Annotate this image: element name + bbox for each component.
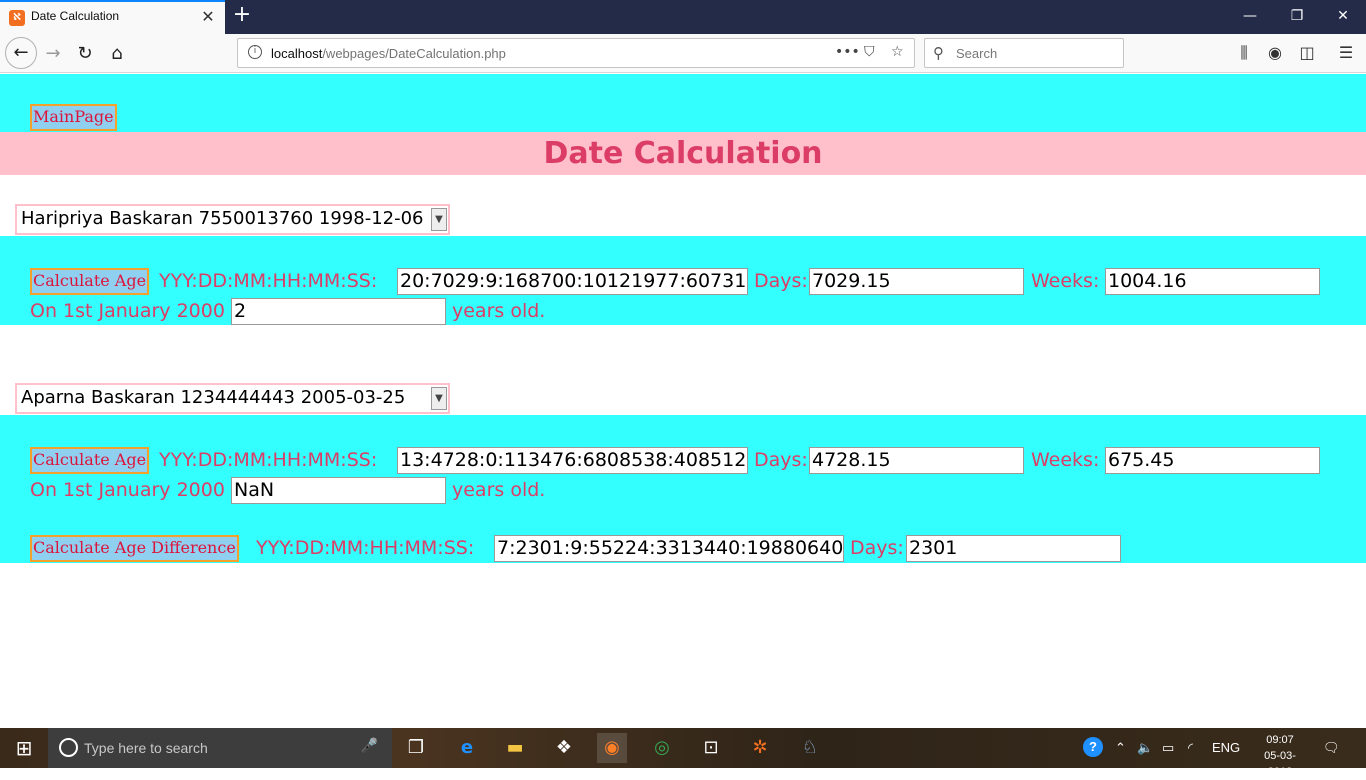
person1-select-value: Haripriya Baskaran 7550013760 1998-12-06 [21, 208, 424, 229]
browser-tab[interactable]: ℵ Date Calculation ✕ [0, 0, 225, 34]
back-button[interactable]: ← [5, 37, 37, 69]
ymd-label-diff: YYY:DD:MM:HH:MM:SS: [256, 537, 475, 559]
windows-taskbar: ⊞ Type here to search 🎤 ❐ e ▬ ❖ ◉ ◎ ⊡ ✲ … [0, 728, 1366, 778]
cortana-icon [59, 738, 78, 757]
weeks-field-2[interactable]: 675.45 [1105, 447, 1320, 474]
postgres-icon[interactable]: ♘ [795, 733, 825, 763]
bookmark-star-icon[interactable]: ☆ [891, 44, 904, 60]
heading-bar: Date Calculation [0, 132, 1366, 175]
pocket-icon[interactable]: ⛉ [864, 44, 875, 60]
chevron-down-icon[interactable]: ▼ [431, 208, 447, 231]
minimize-button[interactable]: — [1238, 6, 1262, 26]
reload-button[interactable]: ↻ [70, 39, 100, 69]
person2-select-value: Aparna Baskaran 1234444443 2005-03-25 [21, 387, 406, 408]
restore-button[interactable]: ❐ [1285, 6, 1309, 26]
xampp-icon[interactable]: ✲ [745, 733, 775, 763]
help-icon[interactable]: ? [1083, 737, 1103, 757]
calculate-age-button-2[interactable]: Calculate Age [30, 447, 150, 474]
store-icon[interactable]: ⊡ [696, 733, 726, 763]
person2-select[interactable]: Aparna Baskaran 1234444443 2005-03-25 ▼ [15, 383, 450, 414]
chrome-icon[interactable]: ◎ [647, 733, 677, 763]
jan-label-2: On 1st January 2000 [30, 479, 225, 501]
ymd-label-1: YYY:DD:MM:HH:MM:SS: [159, 270, 378, 292]
jan-field-1[interactable]: 2 [231, 298, 446, 325]
forward-button[interactable]: → [38, 39, 68, 69]
close-window-button[interactable]: ✕ [1331, 6, 1355, 26]
search-icon: ⚲ [933, 44, 944, 62]
dropbox-icon[interactable]: ❖ [549, 733, 579, 763]
search-bar[interactable]: ⚲ Search [924, 38, 1124, 68]
new-tab-button[interactable]: + [230, 4, 254, 28]
url-text: localhost/webpages/DateCalculation.php [271, 46, 506, 61]
days-field-diff[interactable]: 2301 [906, 535, 1121, 562]
years-label-1: years old. [452, 300, 546, 322]
wifi-icon[interactable]: ◜ [1188, 740, 1193, 756]
url-bar[interactable]: i localhost/webpages/DateCalculation.php… [237, 38, 915, 68]
days-field-1[interactable]: 7029.15 [809, 268, 1024, 295]
tab-close-icon[interactable]: ✕ [199, 8, 217, 26]
extension-icon[interactable]: ◉ [1264, 43, 1286, 62]
calculate-age-difference-button[interactable]: Calculate Age Difference [30, 535, 239, 562]
menu-icon[interactable]: ☰ [1335, 43, 1357, 62]
file-explorer-icon[interactable]: ▬ [500, 733, 530, 763]
person1-panel: Calculate Age YYY:DD:MM:HH:MM:SS: 20:702… [0, 236, 1366, 325]
ymd-field-diff[interactable]: 7:2301:9:55224:3313440:198806400 [494, 535, 844, 562]
days-label-2: Days: [754, 449, 808, 471]
page-title: Date Calculation [543, 136, 823, 171]
jan-label-1: On 1st January 2000 [30, 300, 225, 322]
page-content: MainPage Date Calculation Haripriya Bask… [0, 74, 1366, 728]
ymd-field-2[interactable]: 13:4728:0:113476:6808538:408512251 [397, 447, 748, 474]
search-placeholder: Search [956, 46, 998, 61]
system-clock[interactable]: 09:07 05-03-2018 [1252, 732, 1308, 780]
sidebar-icon[interactable]: ◫ [1296, 43, 1318, 62]
battery-icon[interactable]: ▭ [1162, 740, 1174, 756]
page-actions-icon[interactable]: ••• [835, 44, 860, 60]
person2-panel: Calculate Age YYY:DD:MM:HH:MM:SS: 13:472… [0, 415, 1366, 563]
days-label-diff: Days: [850, 537, 904, 559]
years-label-2: years old. [452, 479, 546, 501]
jan-field-2[interactable]: NaN [231, 477, 446, 504]
windows-start-icon[interactable]: ⊞ [0, 728, 48, 768]
taskbar-search-box[interactable]: Type here to search 🎤 [48, 728, 392, 768]
ymd-field-1[interactable]: 20:7029:9:168700:10121977:60731864 [397, 268, 748, 295]
taskbar-search-placeholder: Type here to search [84, 740, 208, 756]
library-icon[interactable]: ⫼ [1233, 43, 1255, 63]
main-page-button[interactable]: MainPage [30, 104, 117, 131]
clock-time: 09:07 [1266, 734, 1294, 746]
title-bar: ℵ Date Calculation ✕ + — ❐ ✕ [0, 0, 1366, 34]
home-button[interactable]: ⌂ [102, 39, 132, 69]
site-info-icon[interactable]: i [248, 45, 262, 59]
firefox-icon[interactable]: ◉ [597, 733, 627, 763]
chevron-down-icon[interactable]: ▼ [431, 387, 447, 410]
language-indicator[interactable]: ENG [1212, 740, 1240, 755]
edge-icon[interactable]: e [452, 733, 482, 763]
ymd-label-2: YYY:DD:MM:HH:MM:SS: [159, 449, 378, 471]
weeks-field-1[interactable]: 1004.16 [1105, 268, 1320, 295]
microphone-icon[interactable]: 🎤 [361, 738, 378, 754]
days-field-2[interactable]: 4728.15 [809, 447, 1024, 474]
weeks-label-2: Weeks: [1031, 449, 1100, 471]
notifications-icon[interactable]: 🗨 [1323, 740, 1340, 756]
tray-chevron-up-icon[interactable]: ⌃ [1115, 740, 1126, 756]
header-strip: MainPage [0, 74, 1366, 132]
weeks-label-1: Weeks: [1031, 270, 1100, 292]
task-view-icon[interactable]: ❐ [401, 733, 431, 763]
clock-date: 05-03-2018 [1264, 750, 1296, 778]
tab-title: Date Calculation [31, 9, 120, 23]
volume-icon[interactable]: 🔈 [1137, 740, 1153, 756]
calculate-age-button-1[interactable]: Calculate Age [30, 268, 150, 295]
person1-select[interactable]: Haripriya Baskaran 7550013760 1998-12-06… [15, 204, 450, 235]
days-label-1: Days: [754, 270, 808, 292]
navigation-toolbar: ← → ↻ ⌂ i localhost/webpages/DateCalcula… [0, 34, 1366, 73]
xampp-favicon-icon: ℵ [9, 10, 25, 26]
